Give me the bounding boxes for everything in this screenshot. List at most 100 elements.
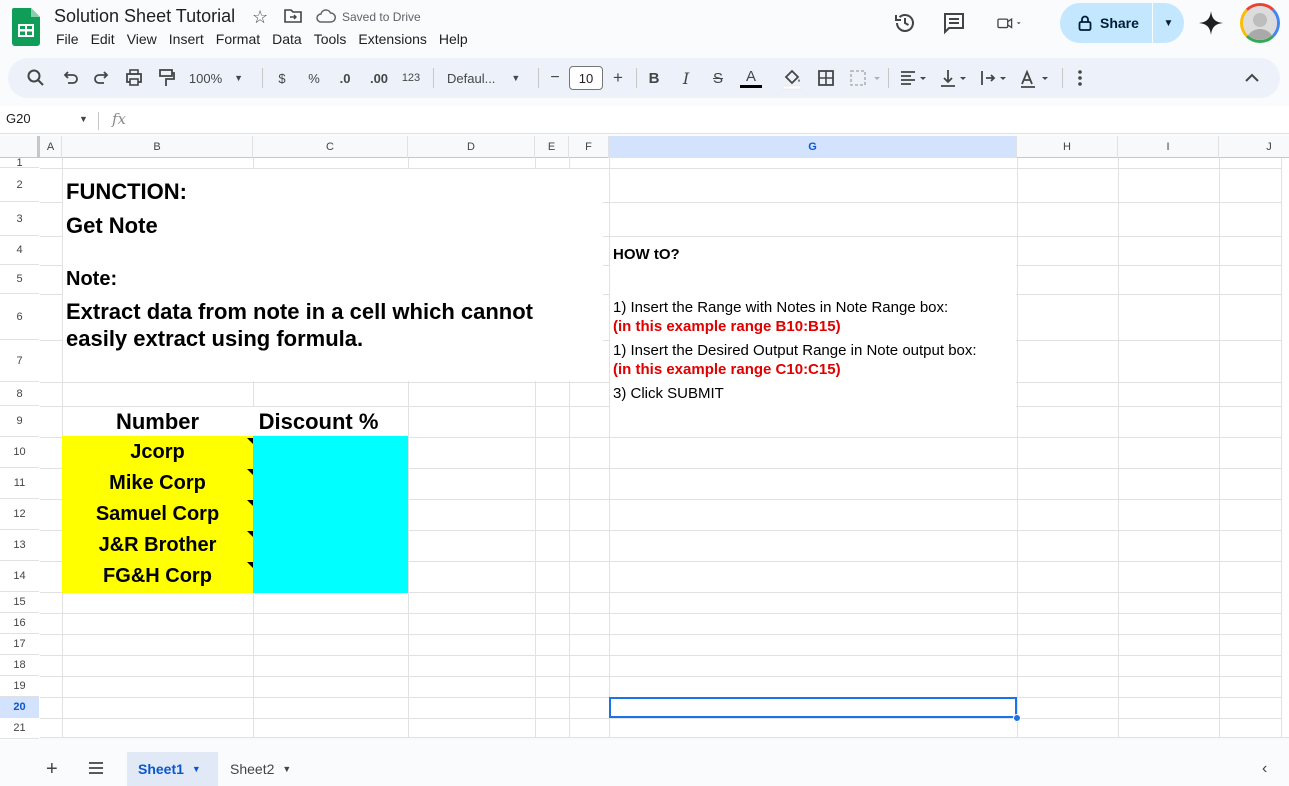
menu-format[interactable]: Format [210,31,266,47]
column-header-g[interactable]: G [609,136,1017,158]
row-header[interactable]: 1 [0,157,39,169]
menu-file[interactable]: File [54,31,85,47]
sheets-logo-icon[interactable] [12,8,40,46]
document-title[interactable]: Solution Sheet Tutorial [54,6,235,27]
collapse-menus-icon[interactable] [1240,58,1264,98]
search-menus-icon[interactable] [24,58,48,98]
text-rotation-icon[interactable] [1016,58,1056,98]
row-header[interactable]: 18 [0,655,39,676]
paint-format-icon[interactable] [154,58,178,98]
fill-handle[interactable] [1013,714,1021,722]
company-cell[interactable]: FG&H Corp [62,565,253,588]
menu-edit[interactable]: Edit [85,31,121,47]
row-header[interactable]: 8 [0,382,39,406]
gemini-sparkle-icon[interactable] [1198,10,1224,36]
horizontal-align-icon[interactable] [896,58,932,98]
italic-button[interactable]: I [676,58,696,98]
column-header-f[interactable]: F [569,136,609,158]
column-header-a[interactable]: A [40,136,62,158]
chevron-down-icon[interactable]: ▼ [282,764,291,774]
row-header[interactable]: 10 [0,437,39,468]
row-header[interactable]: 5 [0,265,39,294]
row-header[interactable]: 21 [0,718,39,739]
menu-insert[interactable]: Insert [163,31,210,47]
text-wrapping-icon[interactable] [976,58,1012,98]
column-header-h[interactable]: H [1017,136,1118,158]
more-options-icon[interactable] [1070,58,1090,98]
vertical-align-icon[interactable] [936,58,972,98]
row-header[interactable]: 7 [0,340,39,382]
increase-font-size-button[interactable]: + [609,58,627,98]
chevron-down-icon[interactable]: ▼ [79,114,88,124]
row-header[interactable]: 2 [0,168,39,202]
row-header[interactable]: 19 [0,676,39,697]
row-header-selected[interactable]: 20 [0,697,39,718]
bold-button[interactable]: B [644,58,664,98]
company-cell[interactable]: Jcorp [62,441,253,464]
row-header[interactable]: 16 [0,613,39,634]
star-icon[interactable]: ☆ [252,7,268,28]
percent-format-button[interactable]: % [304,58,324,98]
company-cell[interactable]: Samuel Corp [62,503,253,526]
row-header[interactable]: 17 [0,634,39,655]
active-cell-selection[interactable] [609,697,1017,718]
text-color-button[interactable]: A [738,58,764,98]
row-header[interactable]: 11 [0,468,39,499]
note-indicator-icon[interactable] [247,438,253,444]
sheet-tab[interactable]: Sheet2 ▼ [218,752,309,786]
company-cell[interactable]: Mike Corp [62,472,253,495]
spreadsheet-grid[interactable]: A B C D E F G H I J 1 2 3 4 5 6 7 8 9 10… [0,136,1289,740]
discount-range-c10-c14[interactable] [253,436,408,593]
share-dropdown-icon[interactable]: ▼ [1153,18,1184,29]
column-header-e[interactable]: E [535,136,569,158]
print-icon[interactable] [122,58,146,98]
all-sheets-menu-icon[interactable] [88,762,104,774]
borders-icon[interactable] [814,58,838,98]
increase-decimal-button[interactable]: .00 [366,58,392,98]
font-family-select[interactable]: Defaul... ▼ [442,58,528,98]
menu-extensions[interactable]: Extensions [352,31,432,47]
chevron-down-icon[interactable]: ▼ [192,764,201,774]
column-header-c[interactable]: C [253,136,408,158]
note-indicator-icon[interactable] [247,469,253,475]
comments-icon[interactable] [941,10,967,36]
row-header[interactable]: 9 [0,406,39,437]
column-header-j[interactable]: J [1219,136,1289,158]
name-box[interactable]: G20 [6,111,31,126]
row-header[interactable]: 4 [0,236,39,265]
vertical-scrollbar[interactable] [1281,158,1289,738]
more-formats-button[interactable]: 123 [398,58,424,98]
note-indicator-icon[interactable] [247,562,253,568]
font-size-input[interactable]: 10 [569,66,603,90]
row-header[interactable]: 14 [0,561,39,592]
row-header[interactable]: 12 [0,499,39,530]
row-header[interactable]: 3 [0,202,39,236]
fill-color-icon[interactable] [780,58,804,98]
row-header[interactable]: 15 [0,592,39,613]
move-to-folder-icon[interactable] [284,9,302,23]
menu-tools[interactable]: Tools [308,31,353,47]
strikethrough-button[interactable]: S [708,58,728,98]
version-history-icon[interactable] [892,10,918,36]
note-indicator-icon[interactable] [247,531,253,537]
add-sheet-icon[interactable]: + [46,758,58,781]
column-header-b[interactable]: B [62,136,253,158]
account-avatar[interactable] [1240,3,1280,43]
menu-view[interactable]: View [121,31,163,47]
share-button[interactable]: Share ▼ [1060,3,1184,43]
row-header[interactable]: 13 [0,530,39,561]
cloud-saved-icon[interactable] [316,9,336,23]
undo-icon[interactable] [58,58,82,98]
menu-help[interactable]: Help [433,31,474,47]
sheet-tab-active[interactable]: Sheet1 ▼ [127,752,218,786]
select-all-corner[interactable] [0,136,40,158]
share-main-button[interactable]: Share [1060,3,1152,43]
merge-cells-icon[interactable] [846,58,882,98]
meet-video-icon[interactable] [996,10,1022,36]
chevron-left-icon[interactable]: ‹ [1262,760,1267,778]
note-indicator-icon[interactable] [247,500,253,506]
decrease-decimal-button[interactable]: .0 [334,58,356,98]
redo-icon[interactable] [90,58,114,98]
menu-data[interactable]: Data [266,31,308,47]
row-header[interactable]: 6 [0,294,39,340]
